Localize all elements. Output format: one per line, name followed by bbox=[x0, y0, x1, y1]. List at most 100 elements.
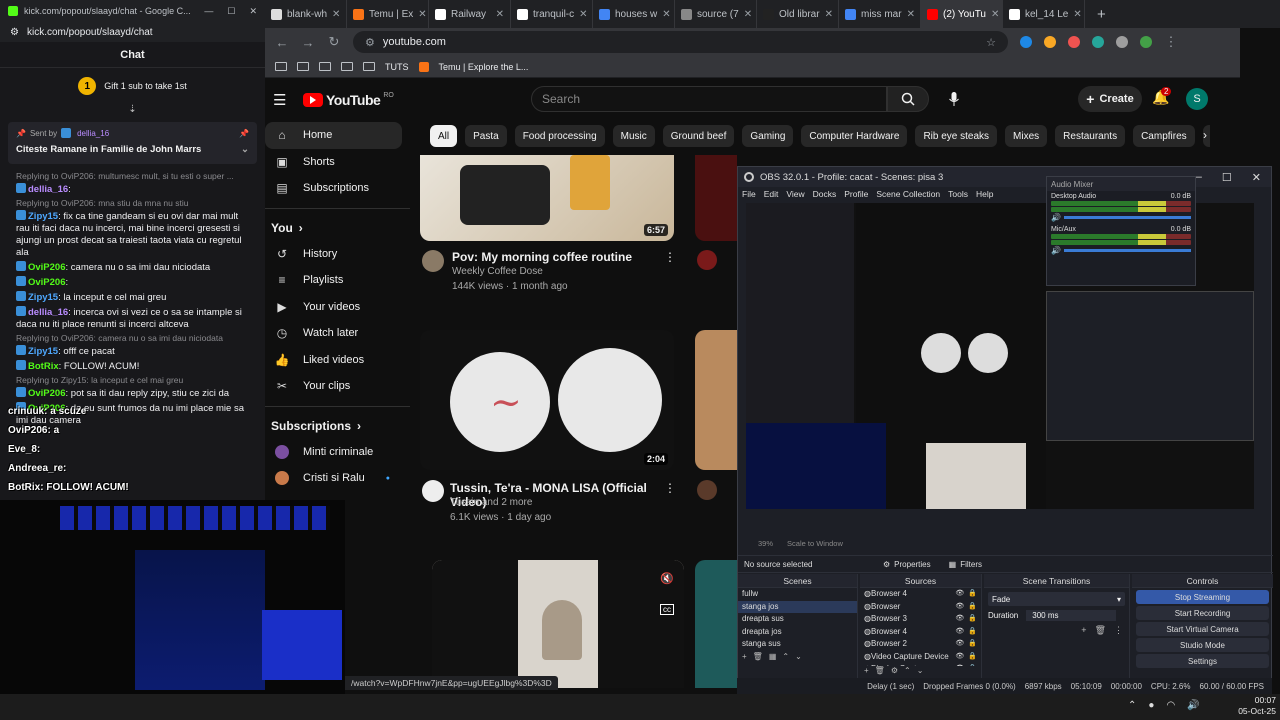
add-icon[interactable]: + bbox=[742, 652, 747, 661]
trash-icon[interactable]: 🗑 bbox=[875, 666, 885, 675]
chat-message[interactable]: Zipy15: la inceput e cel mai greu bbox=[0, 290, 265, 305]
sidebar-sub-channel[interactable]: Cristi si Ralu ● bbox=[265, 465, 410, 492]
arrow-down-icon[interactable]: ⌄ bbox=[795, 652, 802, 661]
scene-item[interactable]: fullw bbox=[738, 588, 857, 601]
extension-icon[interactable] bbox=[1044, 36, 1056, 48]
filter-chip[interactable]: Mixes bbox=[1005, 125, 1048, 147]
trash-icon[interactable]: 🗑 bbox=[753, 652, 763, 661]
browser-tab[interactable]: source (7 ✕ bbox=[675, 0, 757, 28]
chat-message[interactable]: dellia_16: incerca ovi si vezi ce o sa s… bbox=[0, 305, 265, 332]
collapse-icon[interactable]: ⇣ bbox=[0, 104, 265, 118]
video-channel[interactable]: Tussin and 2 more bbox=[450, 495, 532, 510]
sidebar-sub-channel[interactable]: Minti criminale bbox=[265, 439, 410, 466]
site-info-icon[interactable]: ⚙ bbox=[365, 36, 375, 49]
obs-menu-item[interactable]: Tools bbox=[948, 189, 968, 199]
tab-close-icon[interactable]: ✕ bbox=[332, 9, 340, 20]
channel-avatar[interactable] bbox=[697, 250, 717, 270]
close-icon[interactable]: ✕ bbox=[1252, 171, 1261, 184]
arrow-up-icon[interactable]: ⌃ bbox=[904, 666, 911, 675]
obs-menu-item[interactable]: Docks bbox=[813, 189, 837, 199]
folder-icon[interactable] bbox=[319, 62, 331, 71]
tab-close-icon[interactable]: ✕ bbox=[662, 9, 670, 20]
browser-tab[interactable]: Temu | Ex ✕ bbox=[347, 0, 429, 28]
forward-icon[interactable]: → bbox=[301, 35, 315, 50]
browser-tab[interactable]: blank-wh ✕ bbox=[265, 0, 347, 28]
volume-slider[interactable] bbox=[1063, 216, 1191, 219]
obs-menu-item[interactable]: Help bbox=[976, 189, 993, 199]
video-options-icon[interactable]: ⋮ bbox=[664, 481, 676, 495]
channel-avatar[interactable] bbox=[422, 250, 444, 272]
chevron-up-icon[interactable]: ⌃ bbox=[1128, 700, 1136, 711]
scene-item[interactable]: dreapta jos bbox=[738, 626, 857, 639]
chat-username[interactable]: OviP206 bbox=[28, 262, 66, 273]
lock-icon[interactable]: 🔒 bbox=[964, 626, 981, 639]
browser-tab[interactable]: miss mar ✕ bbox=[839, 0, 921, 28]
minimize-icon[interactable]: — bbox=[204, 6, 213, 17]
extension-icon[interactable] bbox=[1020, 36, 1032, 48]
youtube-logo[interactable]: YouTube RO bbox=[303, 92, 394, 108]
speaker-icon[interactable]: 🔊 bbox=[1051, 246, 1061, 255]
chat-username[interactable]: dellia_16 bbox=[28, 307, 68, 318]
filter-chip[interactable]: Music bbox=[612, 125, 655, 147]
bookmark-star-icon[interactable]: ☆ bbox=[986, 36, 996, 49]
new-tab-button[interactable]: + bbox=[1085, 6, 1106, 23]
browser-tab[interactable]: houses w ✕ bbox=[593, 0, 675, 28]
chat-message[interactable]: BotRix: FOLLOW! ACUM! bbox=[0, 359, 265, 374]
trash-icon[interactable]: 🗑 bbox=[1095, 625, 1106, 636]
extension-icon[interactable] bbox=[1068, 36, 1080, 48]
extensions-menu-icon[interactable] bbox=[1116, 36, 1128, 48]
video-title[interactable]: Pov: My morning coffee routine bbox=[452, 250, 652, 264]
clock[interactable]: 00:07 05-Oct-25 bbox=[1226, 695, 1276, 717]
source-item[interactable]: ◍ Browser 3 👁 🔒 bbox=[860, 613, 981, 626]
chat-username[interactable]: Zipy15 bbox=[28, 346, 58, 357]
browser-tab[interactable]: tranquil-c ✕ bbox=[511, 0, 593, 28]
profile-avatar[interactable] bbox=[1140, 36, 1152, 48]
filter-chip[interactable]: Computer Hardware bbox=[801, 125, 908, 147]
sidebar-item-shorts[interactable]: ▣ Shorts bbox=[265, 149, 410, 176]
filter-icon[interactable]: ▦ bbox=[769, 652, 777, 661]
omnibox[interactable]: ⚙ youtube.com ☆ bbox=[353, 31, 1008, 53]
tab-close-icon[interactable]: ✕ bbox=[991, 9, 999, 20]
maximize-icon[interactable]: ☐ bbox=[1222, 171, 1232, 184]
video-thumbnail[interactable] bbox=[695, 560, 737, 688]
transition-select[interactable]: Fade ▾ bbox=[988, 592, 1125, 606]
more-icon[interactable]: ⋮ bbox=[1114, 625, 1123, 636]
you-section-header[interactable]: You › bbox=[265, 215, 410, 241]
source-item[interactable]: ◍ Video Capture Device 👁 🔒 bbox=[860, 651, 981, 664]
chat-message[interactable]: OviP206: pot sa iti dau reply zipy, stiu… bbox=[0, 386, 265, 401]
chat-message[interactable]: Zipy15: offf ce pacat bbox=[0, 344, 265, 359]
filter-chip[interactable]: Rib eye steaks bbox=[915, 125, 998, 147]
lock-icon[interactable]: 🔒 bbox=[964, 588, 981, 601]
lock-icon[interactable]: 🔒 bbox=[964, 638, 981, 651]
chat-username[interactable]: dellia_16 bbox=[28, 184, 68, 195]
browser-tab[interactable]: kel_14 Le ✕ bbox=[1003, 0, 1085, 28]
extension-icon[interactable] bbox=[1092, 36, 1104, 48]
folder-icon[interactable] bbox=[275, 62, 287, 71]
tab-close-icon[interactable]: ✕ bbox=[825, 9, 833, 20]
mute-icon[interactable]: 🔇 bbox=[660, 572, 674, 585]
maximize-icon[interactable]: ☐ bbox=[227, 6, 235, 17]
filter-chip[interactable]: Ground beef bbox=[662, 125, 735, 147]
arrow-up-icon[interactable]: ⌃ bbox=[782, 652, 789, 661]
visibility-eye-icon[interactable]: 👁 bbox=[955, 613, 964, 626]
sidebar-item-subscriptions[interactable]: ▤ Subscriptions bbox=[265, 175, 410, 202]
tab-close-icon[interactable]: ✕ bbox=[907, 9, 915, 20]
zoom-level[interactable]: 39% bbox=[758, 539, 773, 548]
menu-icon[interactable]: ☰ bbox=[273, 91, 286, 109]
lock-icon[interactable]: 🔒 bbox=[964, 613, 981, 626]
chips-next-icon[interactable]: › bbox=[1203, 128, 1207, 142]
filter-chip[interactable]: Pasta bbox=[465, 125, 507, 147]
reload-icon[interactable]: ↻ bbox=[327, 34, 341, 50]
short-preview-player[interactable]: 🔇 cc bbox=[432, 560, 684, 688]
video-thumbnail[interactable]: ~ 2:04 bbox=[420, 330, 674, 470]
tab-close-icon[interactable]: ✕ bbox=[579, 9, 587, 20]
filter-chip[interactable]: Food processing bbox=[514, 125, 605, 147]
bookmark-temu[interactable]: Temu | Explore the L... bbox=[439, 62, 529, 72]
duration-input[interactable]: 300 ms bbox=[1026, 610, 1117, 621]
folder-icon[interactable] bbox=[297, 62, 309, 71]
filter-chip[interactable]: Campfires bbox=[1133, 125, 1195, 147]
visibility-eye-icon[interactable]: 👁 bbox=[955, 601, 964, 614]
video-options-icon[interactable]: ⋮ bbox=[664, 250, 676, 264]
obs-menu-item[interactable]: Scene Collection bbox=[876, 189, 940, 199]
visibility-eye-icon[interactable]: 👁 bbox=[955, 638, 964, 651]
